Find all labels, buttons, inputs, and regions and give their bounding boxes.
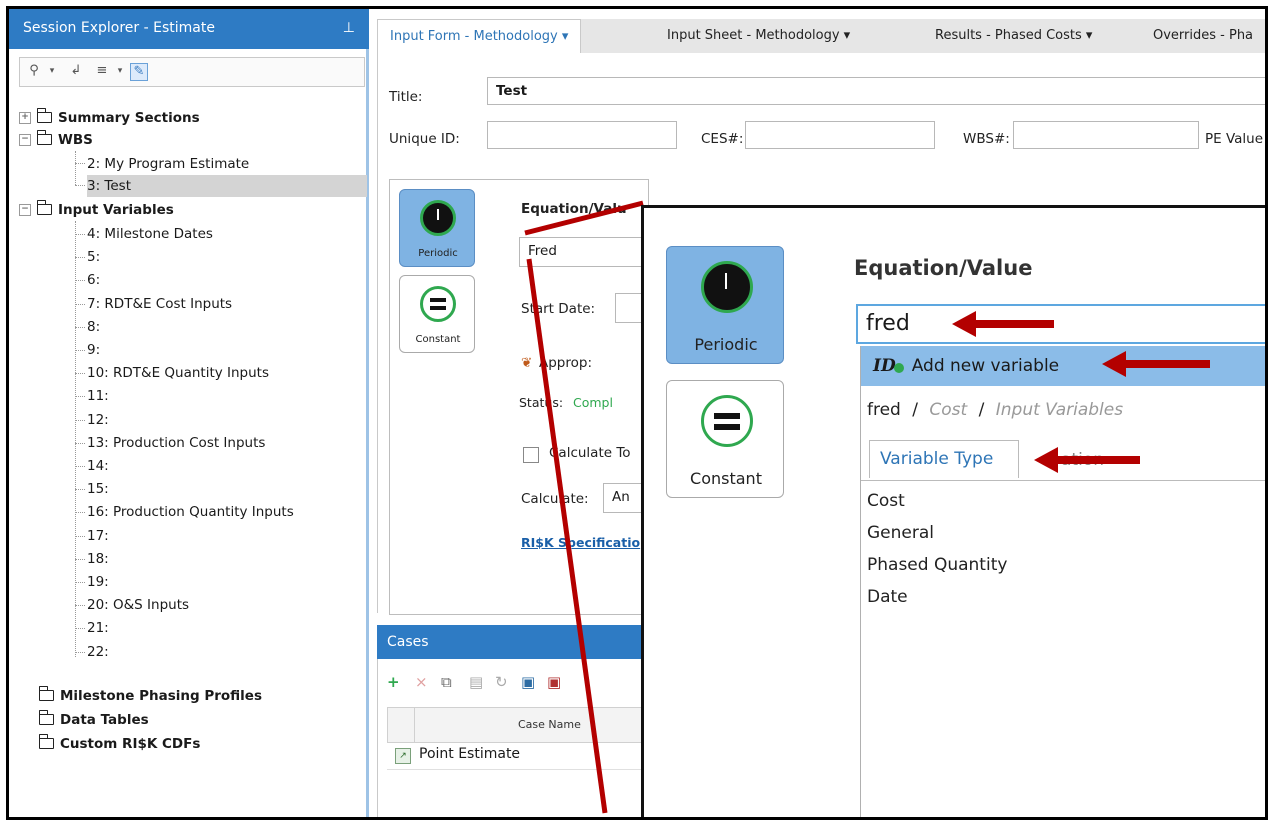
annotation-arrow: [952, 311, 1054, 337]
variable-dropdown: ID Add new variable fred / Cost / Input V…: [860, 346, 1265, 817]
variable-path: fred / Cost / Input Variables: [867, 400, 1124, 420]
variable-type-list: Cost General Phased Quantity Date: [861, 480, 1265, 607]
list-item[interactable]: Cost: [867, 491, 905, 511]
zoom-equation-label: Equation/Value: [854, 256, 1033, 280]
zoom-constant-button[interactable]: Constant: [666, 380, 784, 498]
connector-line-top: [524, 200, 644, 236]
zoom-equation-input[interactable]: fred: [856, 304, 1265, 344]
plus-badge-icon: [893, 363, 904, 373]
list-item[interactable]: Phased Quantity: [867, 555, 1007, 575]
variable-type-tab[interactable]: Variable Type: [869, 440, 1019, 478]
clock-icon: [701, 261, 753, 313]
zoom-periodic-button[interactable]: Periodic: [666, 246, 784, 364]
new-variable-icon: ID: [873, 356, 896, 376]
annotation-arrow: [1034, 447, 1140, 473]
connector-line-bottom: [526, 258, 608, 814]
screenshot-frame: Session Explorer - Estimate ⊥ ⚲ ▾ ↲ ≡ ▾ …: [6, 6, 1268, 820]
zoom-callout: Periodic Constant Equation/Value fred ID…: [641, 205, 1265, 817]
annotation-arrow: [1102, 351, 1210, 377]
list-item[interactable]: Date: [867, 587, 908, 607]
list-item[interactable]: General: [867, 523, 934, 543]
equals-icon: [701, 395, 753, 447]
